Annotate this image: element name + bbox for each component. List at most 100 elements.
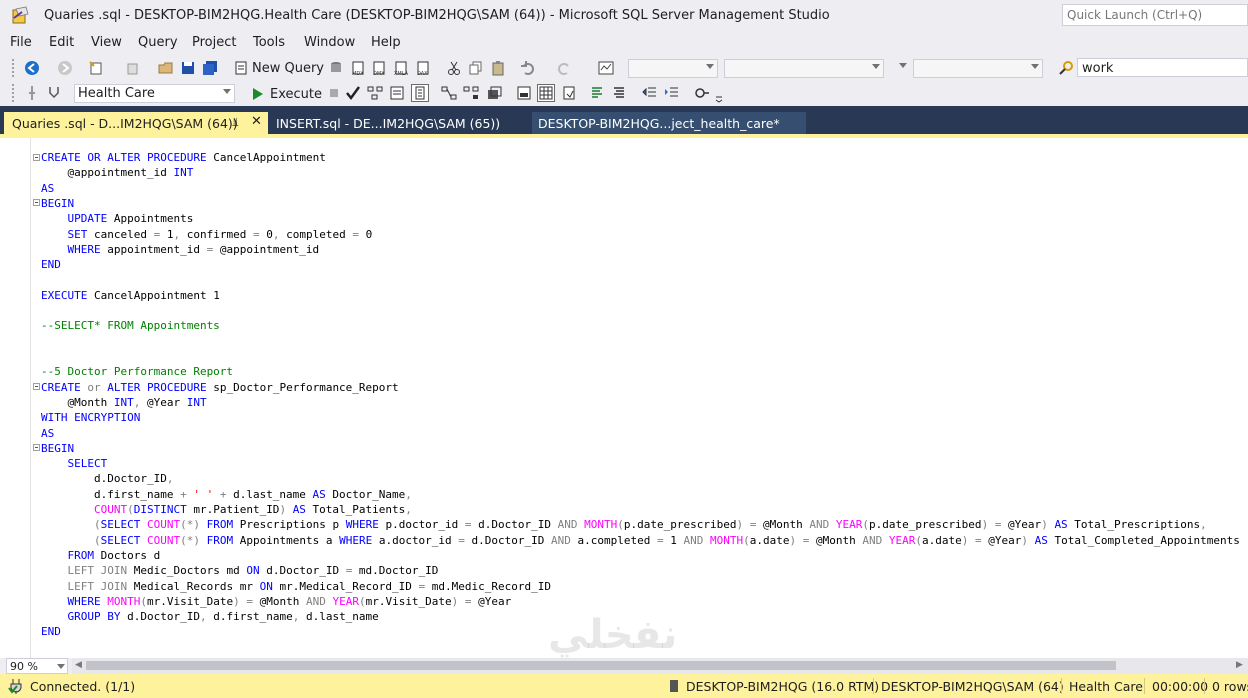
- quick-launch-input[interactable]: Quick Launch (Ctrl+Q): [1062, 4, 1248, 26]
- dmx-query-icon[interactable]: DMX: [371, 60, 387, 76]
- collapse-region-icon[interactable]: [33, 444, 40, 451]
- code-line: SELECT: [67, 457, 108, 470]
- toolbar-overflow-chevron-icon[interactable]: [714, 87, 724, 103]
- elapsed-time: 00:00:00: [1152, 679, 1209, 694]
- available-databases-dropdown[interactable]: Health Care: [74, 84, 235, 103]
- undo-icon[interactable]: [520, 60, 536, 76]
- execute-icon[interactable]: [250, 86, 266, 102]
- open-file-icon[interactable]: [158, 60, 174, 76]
- results-to-grid-icon[interactable]: [537, 84, 555, 102]
- cancel-query-icon[interactable]: [326, 85, 342, 101]
- watermark-logo: نفخلي: [548, 612, 678, 658]
- status-separator: [1204, 678, 1205, 694]
- code-line: FROM Doctors d: [67, 549, 161, 562]
- code-line: WHERE MONTH(mr.Visit_Date) = @Month AND …: [67, 595, 512, 608]
- menu-query[interactable]: Query: [138, 35, 178, 50]
- find-input[interactable]: work: [1077, 58, 1248, 77]
- database-engine-query-icon[interactable]: [328, 60, 344, 76]
- selected-database: Health Care: [78, 86, 155, 101]
- ssms-app-icon: [12, 6, 29, 24]
- current-database: Health Care: [1069, 679, 1143, 694]
- menu-file[interactable]: File: [10, 35, 32, 50]
- tab-health-care-project[interactable]: DESKTOP-BIM2HQG...ject_health_care*: [532, 112, 806, 134]
- code-line: END: [41, 258, 61, 271]
- close-tab-icon[interactable]: ✕: [251, 114, 262, 129]
- scroll-right-icon[interactable]: ▶: [1236, 660, 1243, 670]
- redo-icon[interactable]: [556, 60, 572, 76]
- tab-insert-sql[interactable]: INSERT.sql - DE...IM2HQG\SAM (65)): [268, 112, 526, 134]
- horizontal-scroll-thumb[interactable]: [86, 661, 1116, 670]
- solution-config-dropdown[interactable]: [628, 59, 718, 78]
- find-in-files-icon[interactable]: [1058, 60, 1074, 76]
- collapse-region-icon[interactable]: [33, 154, 40, 161]
- toolbar-grip[interactable]: [12, 59, 18, 77]
- scroll-left-icon[interactable]: ◀: [75, 660, 82, 670]
- solution-platform-dropdown[interactable]: [724, 59, 884, 78]
- status-separator: [1144, 678, 1145, 694]
- pin-icon[interactable]: ⫫: [232, 115, 239, 130]
- results-to-text-icon[interactable]: [516, 85, 532, 101]
- back-icon[interactable]: [24, 60, 40, 76]
- query-status-bar: Connected. (1/1) DESKTOP-BIM2HQG (16.0 R…: [0, 674, 1248, 698]
- code-line: COUNT(DISTINCT mr.Patient_ID) AS Total_P…: [93, 503, 412, 516]
- connection-status: Connected. (1/1): [30, 679, 136, 694]
- comment-lines-icon[interactable]: [590, 85, 606, 101]
- collapse-region-icon[interactable]: [33, 383, 40, 390]
- uncomment-lines-icon[interactable]: [612, 85, 628, 101]
- code-line: --5 Doctor Performance Report: [41, 365, 234, 378]
- code-line: BEGIN: [41, 442, 75, 455]
- menu-help[interactable]: Help: [371, 35, 401, 50]
- code-line: CREATE OR ALTER PROCEDURE CancelAppointm…: [41, 151, 326, 164]
- new-query-icon[interactable]: [233, 60, 249, 76]
- svg-text:MDX: MDX: [352, 71, 364, 76]
- results-to-file-icon[interactable]: [561, 85, 577, 101]
- new-project-icon[interactable]: [88, 60, 104, 76]
- specify-template-values-icon[interactable]: [694, 85, 710, 101]
- intellisense-toggle-icon[interactable]: [411, 84, 429, 102]
- dax-query-icon[interactable]: DAX: [415, 60, 431, 76]
- svg-text:XMLA: XMLA: [394, 71, 409, 76]
- code-line: d.Doctor_ID,: [41, 472, 174, 485]
- menu-tools[interactable]: Tools: [253, 35, 285, 50]
- code-line: CREATE or ALTER PROCEDURE sp_Doctor_Perf…: [41, 381, 399, 394]
- execute-button[interactable]: Execute: [270, 87, 322, 102]
- activity-monitor-icon[interactable]: [598, 60, 614, 76]
- code-line: LEFT JOIN Medical_Records mr ON mr.Medic…: [67, 580, 552, 593]
- find-dropdown-toggle[interactable]: [890, 59, 910, 78]
- new-query-button[interactable]: New Query: [252, 61, 324, 76]
- mdx-query-icon[interactable]: MDX: [350, 60, 366, 76]
- xmla-query-icon[interactable]: XMLA: [393, 60, 409, 76]
- save-all-icon[interactable]: [202, 60, 218, 76]
- forward-icon[interactable]: [57, 60, 73, 76]
- code-line: --SELECT* FROM Appointments: [41, 319, 220, 332]
- menu-window[interactable]: Window: [304, 35, 355, 50]
- client-statistics-icon[interactable]: [486, 85, 502, 101]
- login-user: DESKTOP-BIM2HQG\SAM (64): [881, 679, 1064, 694]
- find-scope-dropdown[interactable]: [913, 59, 1043, 78]
- decrease-indent-icon[interactable]: [642, 85, 658, 101]
- connect-icon[interactable]: [24, 85, 40, 101]
- status-separator: [1061, 678, 1062, 694]
- include-actual-plan-icon[interactable]: [441, 85, 457, 101]
- menu-edit[interactable]: Edit: [49, 35, 74, 50]
- add-item-icon[interactable]: [125, 60, 141, 76]
- save-icon[interactable]: [180, 60, 196, 76]
- code-line: BEGIN: [41, 197, 75, 210]
- estimated-plan-icon[interactable]: [367, 85, 383, 101]
- parse-checkmark-icon[interactable]: [345, 85, 361, 101]
- increase-indent-icon[interactable]: [664, 85, 680, 101]
- tab-quaries-sql[interactable]: Quaries .sql - D...IM2HQG\SAM (64)) ⫫ ✕: [4, 112, 268, 134]
- menu-view[interactable]: View: [91, 35, 122, 50]
- query-options-icon[interactable]: [389, 85, 405, 101]
- cut-icon[interactable]: [446, 60, 462, 76]
- menu-project[interactable]: Project: [192, 35, 236, 50]
- copy-icon[interactable]: [468, 60, 484, 76]
- collapse-region-icon[interactable]: [33, 199, 40, 206]
- zoom-level-dropdown[interactable]: 90 %: [6, 658, 68, 674]
- live-query-stats-icon[interactable]: [463, 85, 479, 101]
- svg-text:DMX: DMX: [373, 71, 385, 76]
- paste-icon[interactable]: [490, 60, 506, 76]
- change-connection-icon[interactable]: [46, 85, 62, 101]
- toolbar-grip[interactable]: [12, 84, 18, 102]
- svg-text:DAX: DAX: [417, 71, 428, 76]
